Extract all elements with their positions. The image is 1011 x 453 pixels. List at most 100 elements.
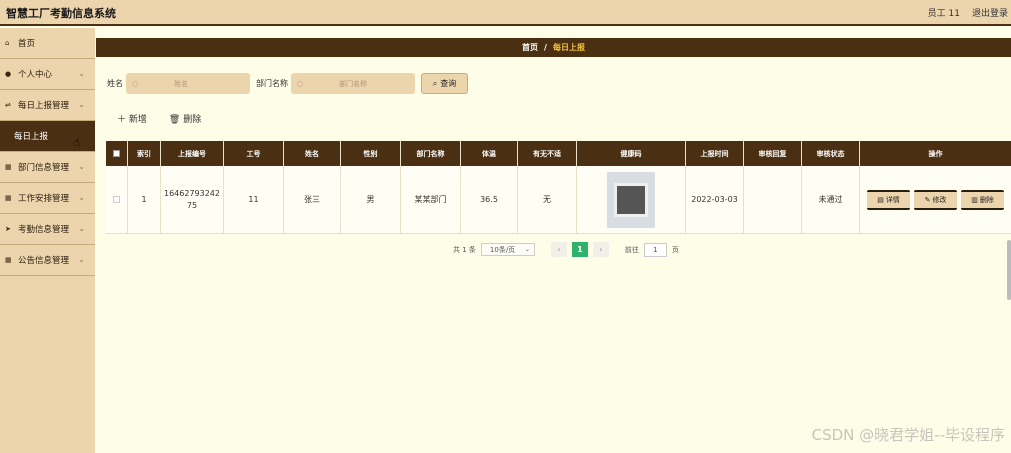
search-form: 姓名 ○ 姓名 部门名称 ○ 部门名称 ⌕ 查询 xyxy=(107,73,468,94)
pagination: 共 1 条 10条/页 ⌄ ‹ 1 › 前往 1 页 xyxy=(453,242,679,257)
table-header: 索引 上报编号 工号 姓名 性别 部门名称 体温 有无不适 健康码 上报时间 审… xyxy=(106,141,1011,166)
pencil-icon: ✎ xyxy=(924,195,931,204)
send-icon: ➤ xyxy=(5,225,11,233)
top-header: 智慧工厂考勤信息系统 员工 11 退出登录 xyxy=(0,0,1011,26)
sidebar-item-attendance[interactable]: ➤ 考勤信息管理 ⌄ xyxy=(0,214,95,245)
row-actions: ▤ 详情 ✎ 修改 ▥ 删除 xyxy=(867,189,1004,210)
column-header: 工号 xyxy=(224,141,284,166)
page-size-value: 10条/页 xyxy=(489,245,516,254)
delete-label: 删除 xyxy=(979,195,994,204)
page-number-current[interactable]: 1 xyxy=(571,242,588,257)
qr-code-icon xyxy=(614,182,648,217)
grid-icon: ▦ xyxy=(5,194,12,202)
column-header: 上报时间 xyxy=(686,141,744,166)
cell-name: 张三 xyxy=(284,166,341,233)
delete-button[interactable]: ▥ 删除 xyxy=(961,189,1004,210)
mouse-cursor-icon: ☝ xyxy=(73,135,81,149)
user-icon: ● xyxy=(5,70,12,78)
cell-emp-no: 11 xyxy=(224,166,284,233)
sidebar-item-label: 每日上报管理 xyxy=(18,101,70,111)
sidebar-item-daily-report-mgmt[interactable]: ⇌ 每日上报管理 ⌄ xyxy=(0,90,95,121)
goto-label: 前往 xyxy=(624,245,639,254)
field-icon: ○ xyxy=(297,79,304,88)
trash-icon: ▥ xyxy=(971,195,978,204)
next-page-button[interactable]: › xyxy=(592,242,609,257)
chevron-down-icon: ⌄ xyxy=(78,69,85,78)
sidebar-item-label: 考勤信息管理 xyxy=(18,225,70,235)
search-icon: ⌕ xyxy=(432,78,438,88)
sidebar-item-notice[interactable]: ▦ 公告信息管理 ⌄ xyxy=(0,245,95,276)
plus-icon: ＋ xyxy=(117,115,129,125)
breadcrumb-home[interactable]: 首页 xyxy=(522,42,538,53)
chevron-down-icon: ⌄ xyxy=(524,246,530,253)
app-title: 智慧工厂考勤信息系统 xyxy=(6,7,116,20)
page-unit: 页 xyxy=(671,245,679,254)
search-button-label: 查询 xyxy=(440,79,457,88)
sidebar-item-label: 个人中心 xyxy=(18,70,53,80)
row-checkbox[interactable] xyxy=(113,196,120,203)
goto-page-input[interactable]: 1 xyxy=(643,242,667,257)
sort-icon: ⇌ xyxy=(5,101,11,109)
sidebar-item-profile[interactable]: ● 个人中心 ⌄ xyxy=(0,59,95,90)
sidebar-item-work-schedule[interactable]: ▦ 工作安排管理 ⌄ xyxy=(0,183,95,214)
logout-link[interactable]: 退出登录 xyxy=(972,6,1008,19)
breadcrumb-current: 每日上报 xyxy=(552,43,585,52)
batch-delete-button[interactable]: 🗑 删除 xyxy=(169,112,201,125)
sidebar-item-label: 首页 xyxy=(18,39,36,49)
sidebar-item-dept-mgmt[interactable]: ▦ 部门信息管理 ⌄ xyxy=(0,152,95,183)
dept-placeholder: 部门名称 xyxy=(339,79,368,88)
sidebar-item-home[interactable]: ⌂ 首页 xyxy=(0,28,95,59)
grid-icon: ▦ xyxy=(5,163,12,171)
column-header: 上报编号 xyxy=(161,141,224,166)
health-code-image[interactable] xyxy=(607,171,655,228)
cell-reply xyxy=(744,166,802,233)
page-size-select[interactable]: 10条/页 ⌄ xyxy=(480,243,535,256)
user-area: 员工 11 退出登录 xyxy=(928,6,1008,19)
sidebar: ⌂ 首页 ● 个人中心 ⌄ ⇌ 每日上报管理 ⌄ 每日上报 ▦ 部门信息管理 ⌄… xyxy=(0,28,95,453)
table-row: 1 16462793242 75 11 张三 男 某某部门 36.5 无 202… xyxy=(106,166,1011,234)
document-icon: ▤ xyxy=(877,195,884,204)
vertical-scrollbar[interactable] xyxy=(1007,240,1011,300)
row-select-cell xyxy=(106,166,128,233)
column-header: 姓名 xyxy=(284,141,341,166)
column-header: 索引 xyxy=(128,141,161,166)
current-user: 员工 11 xyxy=(927,9,960,19)
sidebar-subitem-daily-report[interactable]: 每日上报 xyxy=(0,121,95,152)
cell-health-code xyxy=(577,166,686,233)
column-header: 性别 xyxy=(341,141,401,166)
dept-label: 部门名称 xyxy=(256,79,288,88)
edit-label: 修改 xyxy=(932,195,947,204)
toolbar: ＋ 新增 🗑 删除 xyxy=(117,112,201,125)
chevron-right-icon: › xyxy=(599,245,603,254)
column-header: 审核状态 xyxy=(802,141,860,166)
watermark: CSDN @晓君学姐--毕设程序 xyxy=(811,426,1005,444)
add-button-label: 新增 xyxy=(128,115,147,125)
report-no-line2: 75 xyxy=(186,200,198,210)
cell-report-no: 16462793242 75 xyxy=(161,166,224,233)
sidebar-item-label: 工作安排管理 xyxy=(18,194,70,204)
name-placeholder: 姓名 xyxy=(174,79,189,88)
name-search-input[interactable]: ○ 姓名 xyxy=(126,73,250,94)
chevron-left-icon: ‹ xyxy=(557,245,561,254)
prev-page-button[interactable]: ‹ xyxy=(550,242,567,257)
main-content: 首页 / 每日上报 姓名 ○ 姓名 部门名称 ○ 部门名称 ⌕ 查询 ＋ 新增 … xyxy=(95,28,1011,453)
cell-status: 未通过 xyxy=(802,166,860,233)
sidebar-item-label: 公告信息管理 xyxy=(18,256,70,266)
chevron-down-icon: ⌄ xyxy=(78,193,85,202)
detail-button[interactable]: ▤ 详情 xyxy=(867,189,910,210)
search-button[interactable]: ⌕ 查询 xyxy=(421,73,468,94)
column-header: 体温 xyxy=(461,141,518,166)
edit-button[interactable]: ✎ 修改 xyxy=(914,189,957,210)
cell-dept: 某某部门 xyxy=(401,166,461,233)
cell-temp: 36.5 xyxy=(461,166,518,233)
column-header: 有无不适 xyxy=(518,141,577,166)
column-header: 审核回复 xyxy=(744,141,802,166)
total-count: 共 1 条 xyxy=(453,245,476,254)
cell-report-time: 2022-03-03 xyxy=(686,166,744,233)
detail-label: 详情 xyxy=(885,195,900,204)
select-all-cell xyxy=(106,141,128,166)
dept-search-input[interactable]: ○ 部门名称 xyxy=(291,73,415,94)
select-all-checkbox[interactable] xyxy=(113,150,120,157)
report-table: 索引 上报编号 工号 姓名 性别 部门名称 体温 有无不适 健康码 上报时间 审… xyxy=(106,141,1011,234)
add-button[interactable]: ＋ 新增 xyxy=(117,112,147,125)
